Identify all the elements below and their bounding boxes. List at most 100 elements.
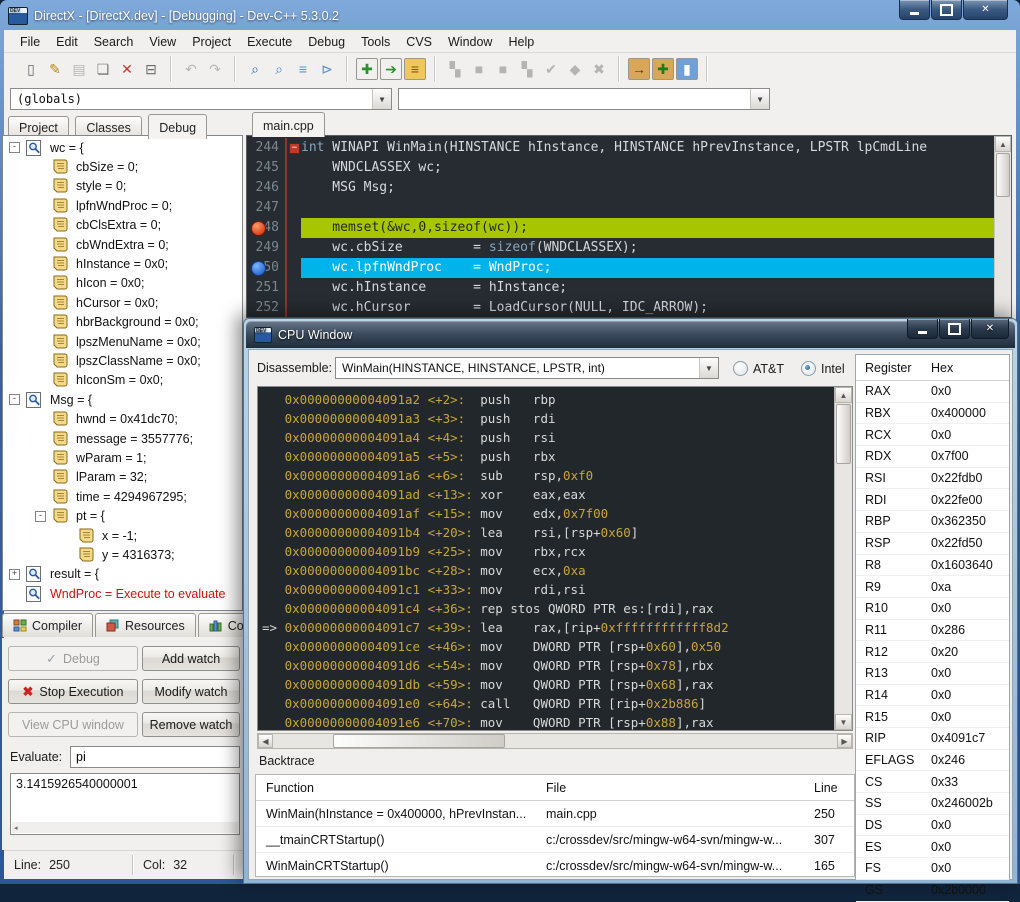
scroll-up-icon[interactable]: ▲ [995, 136, 1011, 152]
code-line[interactable]: 245 WNDCLASSEX wc; [247, 158, 1011, 178]
add-watch-button[interactable]: Add watch [142, 646, 240, 671]
result-hscrollbar[interactable]: ◂ [12, 822, 238, 833]
remove-watch-button[interactable]: Remove watch [142, 712, 240, 737]
tree-item[interactable]: WndProc = Execute to evaluate [3, 584, 242, 603]
scope-combobox[interactable]: (globals) ▼ [10, 88, 392, 110]
stop-execution-button[interactable]: ✖Stop Execution [8, 679, 138, 704]
line-number[interactable]: 247 [247, 198, 287, 218]
code-line[interactable]: 248 memset(&wc,0,sizeof(wc)); [247, 218, 1011, 238]
collapse-icon[interactable]: - [35, 511, 46, 522]
open-file-icon[interactable]: ✎ [44, 58, 66, 80]
code-line[interactable]: 249 wc.cbSize = sizeof(WNDCLASSEX); [247, 238, 1011, 258]
disassembly-vscrollbar[interactable]: ▲ ▼ [834, 387, 852, 730]
menu-item-cvs[interactable]: CVS [398, 33, 440, 51]
compile-icon[interactable]: ✚ [356, 58, 378, 80]
tab-compiler[interactable]: Compiler [2, 613, 93, 637]
line-number[interactable]: 248 [247, 218, 287, 238]
tree-item[interactable]: hInstance = 0x0; [3, 254, 242, 273]
tree-item[interactable]: lpfnWndProc = 0; [3, 196, 242, 215]
chevron-down-icon[interactable]: ▼ [750, 89, 769, 109]
code-line[interactable]: 244−int WINAPI WinMain(HINSTANCE hInstan… [247, 138, 1011, 158]
menu-item-file[interactable]: File [12, 33, 48, 51]
modify-watch-button[interactable]: Modify watch [142, 679, 240, 704]
menu-item-debug[interactable]: Debug [300, 33, 353, 51]
tree-item[interactable]: hbrBackground = 0x0; [3, 313, 242, 332]
close-file-icon[interactable]: ✕ [116, 58, 138, 80]
door-arrow-icon[interactable]: → [628, 58, 650, 80]
blue-panel-icon[interactable]: ▮ [676, 58, 698, 80]
collapse-icon[interactable]: - [9, 142, 20, 153]
menu-item-view[interactable]: View [141, 33, 184, 51]
tree-item[interactable]: +result = { [3, 565, 242, 584]
tree-item[interactable]: time = 4294967295; [3, 487, 242, 506]
save-all-icon[interactable]: ❏ [92, 58, 114, 80]
tree-item[interactable]: cbWndExtra = 0; [3, 235, 242, 254]
tab-debug[interactable]: Debug [148, 114, 207, 139]
scroll-right-icon[interactable]: ▶ [837, 734, 852, 748]
line-number[interactable]: 250 [247, 258, 287, 278]
goto-line-icon[interactable]: ≡ [292, 58, 314, 80]
backtrace-row[interactable]: __tmainCRTStartup()c:/crossdev/src/mingw… [256, 827, 854, 853]
code-line[interactable]: 247 [247, 198, 1011, 218]
disassembly-box[interactable]: 0x00000000004091a2 <+2>: push rbp 0x0000… [257, 386, 853, 731]
tab-resources[interactable]: Resources [95, 613, 196, 637]
tree-item[interactable]: message = 3557776; [3, 429, 242, 448]
editor-vscrollbar[interactable]: ▲ [994, 136, 1011, 317]
backtrace-row[interactable]: WinMainCRTStartup()c:/crossdev/src/mingw… [256, 853, 854, 877]
tree-item[interactable]: -pt = { [3, 506, 242, 525]
expand-icon[interactable]: + [9, 569, 20, 580]
menu-item-execute[interactable]: Execute [239, 33, 300, 51]
menu-item-help[interactable]: Help [500, 33, 542, 51]
menu-item-project[interactable]: Project [184, 33, 239, 51]
debug-shield-icon[interactable]: ≡ [404, 58, 426, 80]
run-icon[interactable]: ➔ [380, 58, 402, 80]
backtrace-row[interactable]: WinMain(hInstance = 0x400000, hPrevInsta… [256, 801, 854, 827]
tree-item[interactable]: cbSize = 0; [3, 157, 242, 176]
door-plus-icon[interactable]: ✚ [652, 58, 674, 80]
chevron-down-icon[interactable]: ▼ [372, 89, 391, 109]
tree-item[interactable]: -wc = { [3, 138, 242, 157]
tree-item[interactable]: hIcon = 0x0; [3, 274, 242, 293]
cpu-window-titlebar[interactable]: CPU Window ✕ [246, 321, 1015, 348]
menu-item-search[interactable]: Search [86, 33, 142, 51]
code-editor[interactable]: 244−int WINAPI WinMain(HINSTANCE hInstan… [246, 135, 1012, 318]
find-files-icon[interactable]: ⌕ [268, 58, 290, 80]
line-number[interactable]: 252 [247, 298, 287, 318]
find-icon[interactable]: ⌕ [244, 58, 266, 80]
scroll-down-icon[interactable]: ▼ [835, 714, 852, 730]
collapse-icon[interactable]: - [9, 394, 20, 405]
breakpoint-icon[interactable] [251, 221, 266, 236]
code-line[interactable]: 250 wc.lpfnWndProc = WndProc; [247, 258, 1011, 278]
scroll-left-icon[interactable]: ◀ [258, 734, 273, 748]
code-line[interactable]: 252 wc.hCursor = LoadCursor(NULL, IDC_AR… [247, 298, 1011, 318]
line-number[interactable]: 251 [247, 278, 287, 298]
new-file-icon[interactable]: ▯ [20, 58, 42, 80]
tree-item[interactable]: hwnd = 0x41dc70; [3, 409, 242, 428]
menu-item-window[interactable]: Window [440, 33, 500, 51]
scroll-up-icon[interactable]: ▲ [835, 387, 852, 403]
line-number[interactable]: 245 [247, 158, 287, 178]
tree-item[interactable]: lParam = 32; [3, 468, 242, 487]
tree-item[interactable]: x = -1; [3, 526, 242, 545]
cpu-maximize-button[interactable] [939, 319, 970, 339]
tree-item[interactable]: hCursor = 0x0; [3, 293, 242, 312]
line-number[interactable]: 244 [247, 138, 287, 158]
cpu-close-button[interactable]: ✕ [971, 319, 1009, 339]
line-number[interactable]: 249 [247, 238, 287, 258]
tree-item[interactable]: lpszClassName = 0x0; [3, 351, 242, 370]
tree-item[interactable]: lpszMenuName = 0x0; [3, 332, 242, 351]
disassembly-hscrollbar[interactable]: ◀ ▶ [257, 733, 853, 749]
close-button[interactable]: ✕ [963, 0, 1008, 20]
code-line[interactable]: 251 wc.hInstance = hInstance; [247, 278, 1011, 298]
insert-icon[interactable]: ⊳ [316, 58, 338, 80]
att-radio[interactable]: AT&T [733, 361, 784, 376]
code-line[interactable]: 246 MSG Msg; [247, 178, 1011, 198]
chevron-down-icon[interactable]: ▼ [699, 358, 718, 378]
fold-collapse-icon[interactable]: − [289, 143, 300, 154]
evaluate-input[interactable] [70, 746, 240, 768]
tree-item[interactable]: style = 0; [3, 177, 242, 196]
tree-item[interactable]: -Msg = { [3, 390, 242, 409]
tree-item[interactable]: wParam = 1; [3, 448, 242, 467]
intel-radio[interactable]: Intel [801, 361, 845, 376]
menu-item-edit[interactable]: Edit [48, 33, 86, 51]
